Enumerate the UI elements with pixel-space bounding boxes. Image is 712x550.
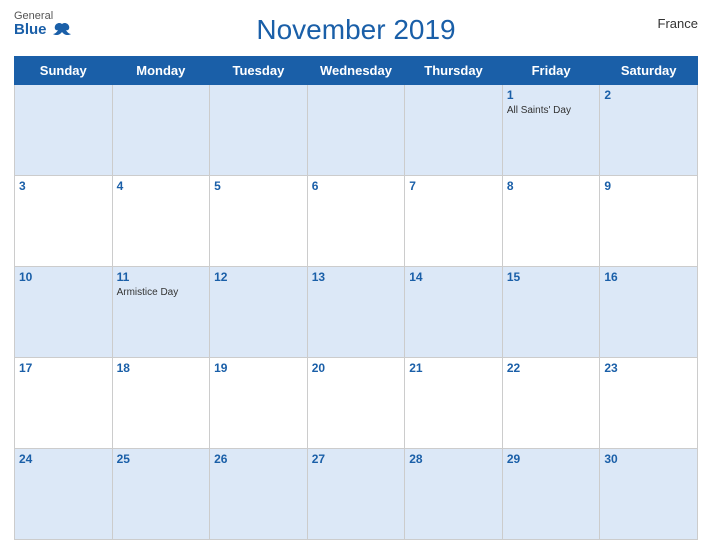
calendar-cell: 26	[210, 449, 308, 540]
calendar-cell	[112, 85, 210, 176]
calendar-cell: 13	[307, 267, 405, 358]
weekday-header-thursday: Thursday	[405, 57, 503, 85]
calendar-cell	[15, 85, 113, 176]
calendar-table: SundayMondayTuesdayWednesdayThursdayFrid…	[14, 56, 698, 540]
calendar-cell: 18	[112, 358, 210, 449]
calendar-cell	[210, 85, 308, 176]
calendar-cell: 14	[405, 267, 503, 358]
calendar-cell: 29	[502, 449, 600, 540]
day-number: 19	[214, 361, 303, 375]
day-number: 26	[214, 452, 303, 466]
holiday-label: Armistice Day	[117, 286, 206, 299]
day-number: 5	[214, 179, 303, 193]
calendar-wrapper: General Blue November 2019 France Sunday…	[0, 0, 712, 550]
month-title: November 2019	[256, 14, 455, 46]
country-label: France	[658, 16, 698, 31]
calendar-cell: 6	[307, 176, 405, 267]
calendar-cell: 17	[15, 358, 113, 449]
calendar-cell: 23	[600, 358, 698, 449]
calendar-cell: 4	[112, 176, 210, 267]
day-number: 7	[409, 179, 498, 193]
day-number: 16	[604, 270, 693, 284]
day-number: 10	[19, 270, 108, 284]
calendar-cell: 30	[600, 449, 698, 540]
weekday-header-tuesday: Tuesday	[210, 57, 308, 85]
calendar-cell: 22	[502, 358, 600, 449]
calendar-cell: 11 Armistice Day	[112, 267, 210, 358]
day-number: 3	[19, 179, 108, 193]
day-number: 23	[604, 361, 693, 375]
calendar-cell: 21	[405, 358, 503, 449]
calendar-cell: 20	[307, 358, 405, 449]
logo-blue-text: Blue	[14, 22, 71, 39]
weekday-header-sunday: Sunday	[15, 57, 113, 85]
day-number: 6	[312, 179, 401, 193]
day-number: 24	[19, 452, 108, 466]
day-number: 27	[312, 452, 401, 466]
calendar-week-row: 24 25 26 27 28 29 30	[15, 449, 698, 540]
weekday-header-saturday: Saturday	[600, 57, 698, 85]
calendar-cell: 3	[15, 176, 113, 267]
day-number: 9	[604, 179, 693, 193]
calendar-cell: 25	[112, 449, 210, 540]
weekday-header-row: SundayMondayTuesdayWednesdayThursdayFrid…	[15, 57, 698, 85]
day-number: 21	[409, 361, 498, 375]
calendar-cell	[405, 85, 503, 176]
day-number: 14	[409, 270, 498, 284]
day-number: 11	[117, 270, 206, 284]
calendar-cell: 15	[502, 267, 600, 358]
calendar-week-row: 10 11 Armistice Day 12 13 14 15 16	[15, 267, 698, 358]
calendar-cell	[307, 85, 405, 176]
day-number: 22	[507, 361, 596, 375]
calendar-cell: 1 All Saints' Day	[502, 85, 600, 176]
calendar-header: General Blue November 2019 France	[14, 10, 698, 50]
calendar-cell: 24	[15, 449, 113, 540]
day-number: 8	[507, 179, 596, 193]
day-number: 12	[214, 270, 303, 284]
weekday-header-monday: Monday	[112, 57, 210, 85]
day-number: 29	[507, 452, 596, 466]
weekday-header-wednesday: Wednesday	[307, 57, 405, 85]
day-number: 28	[409, 452, 498, 466]
holiday-label: All Saints' Day	[507, 104, 596, 117]
day-number: 1	[507, 88, 596, 102]
day-number: 2	[604, 88, 693, 102]
calendar-cell: 28	[405, 449, 503, 540]
calendar-cell: 5	[210, 176, 308, 267]
calendar-cell: 2	[600, 85, 698, 176]
calendar-cell: 10	[15, 267, 113, 358]
calendar-cell: 9	[600, 176, 698, 267]
calendar-week-row: 1 All Saints' Day 2	[15, 85, 698, 176]
logo: General Blue	[14, 10, 71, 39]
calendar-cell: 8	[502, 176, 600, 267]
day-number: 15	[507, 270, 596, 284]
weekday-header-friday: Friday	[502, 57, 600, 85]
day-number: 30	[604, 452, 693, 466]
logo-bird-icon	[53, 22, 71, 38]
day-number: 25	[117, 452, 206, 466]
calendar-cell: 16	[600, 267, 698, 358]
calendar-week-row: 3456789	[15, 176, 698, 267]
calendar-cell: 12	[210, 267, 308, 358]
day-number: 20	[312, 361, 401, 375]
day-number: 4	[117, 179, 206, 193]
calendar-cell: 27	[307, 449, 405, 540]
calendar-week-row: 17 18 19 20 21 22 23	[15, 358, 698, 449]
calendar-cell: 19	[210, 358, 308, 449]
calendar-cell: 7	[405, 176, 503, 267]
day-number: 17	[19, 361, 108, 375]
day-number: 18	[117, 361, 206, 375]
day-number: 13	[312, 270, 401, 284]
